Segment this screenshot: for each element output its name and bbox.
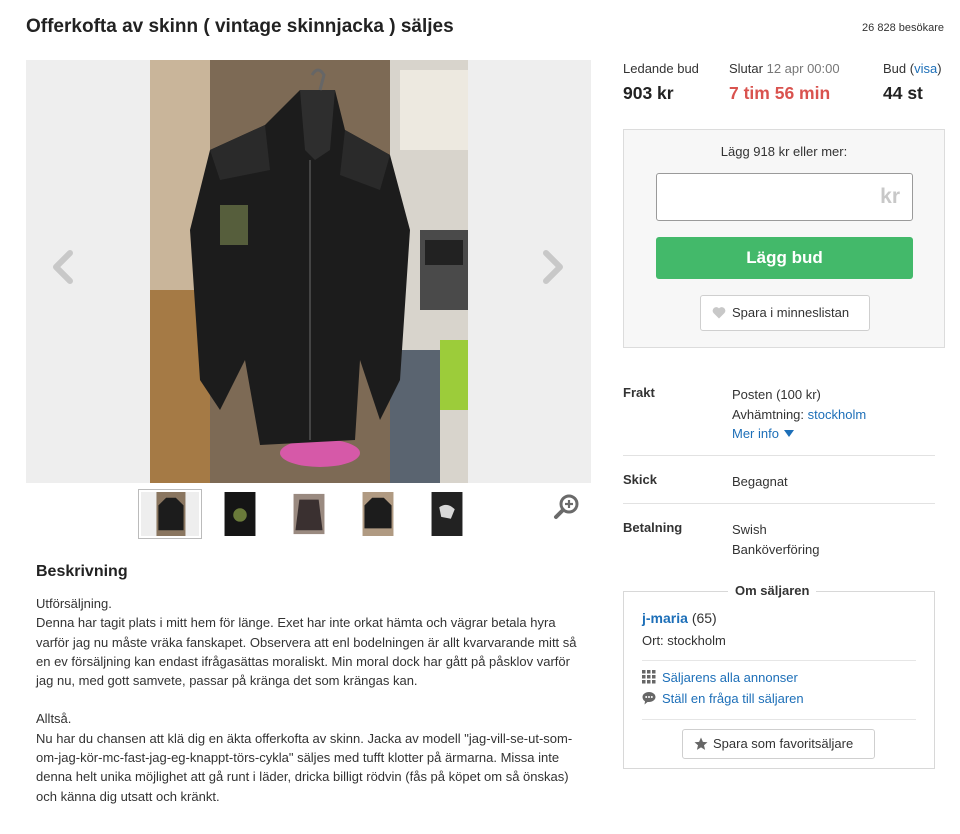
grid-icon [642, 670, 656, 684]
thumbnail-4[interactable] [346, 489, 410, 539]
caret-down-icon [783, 430, 794, 437]
time-left: 7 tim 56 min [729, 83, 831, 103]
payment-method: Swish [732, 522, 767, 537]
save-to-watchlist-label: Spara i minneslistan [732, 305, 850, 320]
thumbnail-image [141, 492, 199, 536]
ask-seller-label: Ställ en fråga till säljaren [662, 691, 804, 706]
ends-label: Slutar [729, 61, 763, 76]
bid-count-value: 44 st [883, 83, 923, 103]
thumbnail-3[interactable] [277, 489, 341, 539]
place-bid-button[interactable]: Lägg bud [656, 237, 913, 279]
thumbnail-1[interactable] [138, 489, 202, 539]
thumbnail-image [418, 492, 476, 536]
bids-label: Bud [883, 61, 907, 76]
seller-identity: j-maria (65) [642, 610, 717, 626]
zoom-in-icon [554, 494, 579, 519]
description-paragraph: Alltså. Nu har du chansen att klä dig en… [36, 711, 573, 804]
heart-icon [712, 307, 726, 319]
show-bids-link[interactable]: visa [914, 61, 937, 76]
description-text: Utförsäljning. Denna har tagit plats i m… [36, 594, 588, 806]
jacket-photo [150, 60, 468, 483]
condition-row: Skick Begagnat [623, 472, 935, 492]
bid-input-wrapper: kr [656, 173, 913, 221]
divider [642, 660, 916, 661]
condition-label: Skick [623, 472, 657, 487]
bid-panel: Lägg 918 kr eller mer: kr Lägg bud Spara… [623, 129, 945, 348]
description-heading: Beskrivning [36, 563, 128, 580]
pickup-city-link[interactable]: stockholm [808, 407, 867, 422]
seller-location: Ort: stockholm [642, 633, 726, 648]
divider [642, 719, 916, 720]
more-info-toggle[interactable]: Mer info [732, 424, 866, 444]
description-paragraph: Utförsäljning. Denna har tagit plats i m… [36, 596, 577, 689]
main-photo[interactable] [150, 60, 468, 483]
seller-all-listings-link[interactable]: Säljarens alla annonser [642, 670, 798, 685]
auction-end: Slutar 12 apr 00:00 7 tim 56 min [729, 61, 840, 104]
save-favorite-seller-button[interactable]: Spara som favoritsäljare [682, 729, 875, 759]
ends-date: 12 apr 00:00 [766, 61, 840, 76]
thumbnail-image [211, 492, 269, 536]
zoom-button[interactable] [553, 493, 581, 521]
payment-label: Betalning [623, 520, 683, 535]
shipping-row: Frakt Posten (100 kr) Avhämtning: stockh… [623, 385, 935, 445]
pickup-prefix: Avhämtning: [732, 406, 805, 422]
bid-count: Bud (visa) 44 st [883, 61, 942, 103]
ask-seller-link[interactable]: Ställ en fråga till säljaren [642, 691, 804, 706]
thumbnail-5[interactable] [415, 489, 479, 539]
thumbnail-image [280, 492, 338, 536]
listing-title: Offerkofta av skinn ( vintage skinnjacka… [26, 16, 454, 37]
more-info-label: Mer info [732, 426, 779, 441]
divider [623, 455, 935, 456]
save-favorite-seller-label: Spara som favoritsäljare [713, 736, 854, 751]
payment-row: Betalning Swish Banköverföring [623, 520, 935, 560]
payment-method: Banköverföring [732, 541, 820, 557]
minimum-bid-hint: Lägg 918 kr eller mer: [720, 144, 848, 159]
shipping-label: Frakt [623, 385, 655, 400]
leading-bid-value: 903 kr [623, 83, 674, 103]
save-to-watchlist-button[interactable]: Spara i minneslistan [700, 295, 870, 331]
seller-all-listings-label: Säljarens alla annonser [662, 670, 798, 685]
chevron-right-icon [543, 250, 563, 284]
thumbnail-2[interactable] [208, 489, 272, 539]
bid-amount-input[interactable] [657, 174, 912, 220]
shipping-post: Posten (100 kr) [732, 387, 821, 402]
thumbnail-image [349, 492, 407, 536]
seller-section-title: Om säljaren [728, 583, 817, 598]
leading-bid: Ledande bud 903 kr [623, 61, 699, 104]
seller-box: Om säljaren j-maria (65) Ort: stockholm … [623, 583, 935, 769]
payment-values: Swish Banköverföring [732, 520, 819, 559]
next-image-button[interactable] [538, 247, 568, 287]
star-icon [694, 737, 708, 750]
leading-bid-label: Ledande bud [623, 61, 699, 76]
seller-rating: (65) [691, 610, 717, 626]
chat-bubble-icon [642, 692, 656, 705]
shipping-values: Posten (100 kr) Avhämtning: stockholm Me… [732, 385, 866, 444]
chevron-left-icon [53, 250, 73, 284]
divider [623, 503, 935, 504]
visitor-count: 26 828 besökare [862, 22, 944, 34]
seller-name-link[interactable]: j-maria [642, 610, 688, 626]
condition-value: Begagnat [732, 474, 788, 489]
currency-unit: kr [880, 185, 900, 208]
image-gallery [26, 60, 591, 483]
previous-image-button[interactable] [48, 247, 78, 287]
